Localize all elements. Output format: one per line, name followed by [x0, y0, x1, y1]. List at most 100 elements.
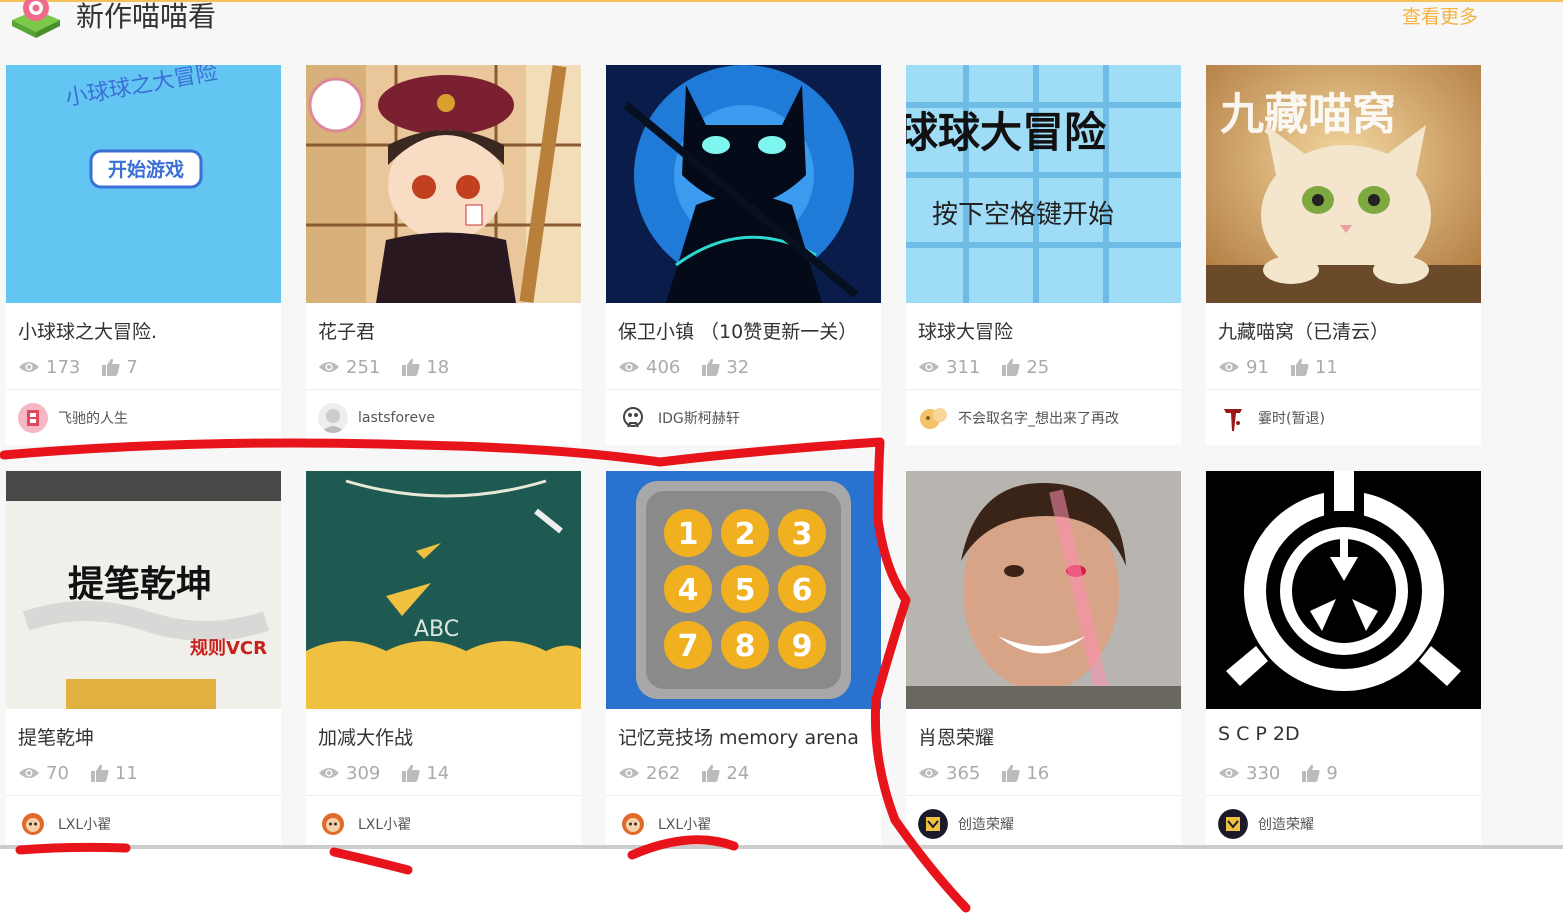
game-thumbnail[interactable]: 九藏喵窝	[1206, 65, 1481, 303]
author-name: LXL小翟	[58, 817, 112, 833]
keypad-digit: 5	[735, 573, 756, 608]
eye-icon	[919, 362, 939, 372]
cat-logo-icon	[12, 0, 60, 38]
footer-area	[0, 849, 1563, 914]
thumb-text: 提笔乾坤	[68, 563, 212, 605]
avatar	[1218, 403, 1248, 433]
author-name: LXL小翟	[658, 817, 712, 833]
author-link[interactable]: LXL小翟	[618, 809, 711, 839]
like-count: 7	[126, 356, 138, 378]
view-count: 311	[946, 356, 981, 378]
card-divider	[6, 795, 281, 796]
game-card[interactable]: 1 2 3 4 5 6 7 8 9 记忆竞技场 memory arena 262…	[606, 471, 881, 845]
game-card[interactable]: 球球大冒险 按下空格键开始 球球大冒险 311 25 不会取名字_想出来了再改	[906, 65, 1181, 445]
game-card[interactable]: 小球球之大冒险 开始游戏 小球球之大冒险. 173 7 飞驰的人生	[6, 65, 281, 445]
keypad-digit: 1	[678, 517, 699, 552]
author-name: 不会取名字_想出来了再改	[958, 411, 1119, 427]
thumbs-up-icon	[402, 764, 420, 782]
game-stats: 406 32	[618, 355, 771, 379]
eye-icon	[619, 362, 639, 372]
game-title[interactable]: 肖恩荣耀	[918, 723, 1176, 750]
author-link[interactable]: LXL小翟	[318, 809, 411, 839]
game-title[interactable]: S C P 2D	[1218, 723, 1476, 745]
author-name: lastsforeve	[358, 410, 435, 426]
keypad-digit: 2	[735, 517, 756, 552]
author-link[interactable]: 创造荣耀	[1218, 809, 1314, 839]
game-card[interactable]: 九藏喵窝 九藏喵窝（已清云） 91 11 霎时(暂退)	[1206, 65, 1481, 445]
game-thumbnail[interactable]: 提笔乾坤 规则VCR	[6, 471, 281, 709]
view-more-link[interactable]: 查看更多	[1402, 2, 1478, 29]
author-link[interactable]: LXL小翟	[18, 809, 111, 839]
view-count: 91	[1246, 356, 1269, 378]
game-card[interactable]: 肖恩荣耀 365 16 创造荣耀	[906, 471, 1181, 845]
avatar	[1218, 809, 1248, 839]
author-link[interactable]: 创造荣耀	[918, 809, 1014, 839]
game-thumbnail[interactable]: 小球球之大冒险 开始游戏	[6, 65, 281, 303]
game-stats: 70 11	[18, 761, 160, 785]
author-link[interactable]: 霎时(暂退)	[1218, 403, 1325, 433]
game-title[interactable]: 球球大冒险	[918, 317, 1176, 344]
view-count: 365	[946, 762, 981, 784]
view-count: 70	[46, 762, 69, 784]
like-count: 18	[426, 356, 450, 378]
like-count: 9	[1326, 762, 1338, 784]
keypad-digit: 3	[792, 517, 813, 552]
keypad-digit: 4	[678, 573, 699, 608]
card-divider	[306, 389, 581, 390]
view-count: 173	[46, 356, 81, 378]
avatar	[918, 809, 948, 839]
game-title[interactable]: 加减大作战	[318, 723, 576, 750]
game-card[interactable]: 花子君 251 18 lastsforeve	[306, 65, 581, 445]
like-count: 16	[1026, 762, 1050, 784]
thumbs-up-icon	[102, 358, 120, 376]
avatar	[318, 809, 348, 839]
game-stats: 262 24	[618, 761, 771, 785]
game-thumbnail[interactable]	[1206, 471, 1481, 709]
eye-icon	[19, 768, 39, 778]
game-title[interactable]: 提笔乾坤	[18, 723, 276, 750]
game-card[interactable]: 保卫小镇 （10赞更新一关） 406 32 IDG斯柯赫轩	[606, 65, 881, 445]
author-name: IDG斯柯赫轩	[658, 411, 740, 427]
game-card[interactable]: ABC 加减大作战 309 14 LXL小翟	[306, 471, 581, 845]
game-card[interactable]: S C P 2D 330 9 创造荣耀	[1206, 471, 1481, 845]
card-divider	[906, 795, 1181, 796]
thumbs-up-icon	[1290, 358, 1309, 376]
section-title: 新作喵喵看	[76, 0, 217, 33]
game-title[interactable]: 小球球之大冒险.	[18, 317, 276, 344]
avatar	[318, 403, 348, 433]
thumbs-up-icon	[1002, 764, 1020, 782]
author-link[interactable]: 不会取名字_想出来了再改	[918, 403, 1119, 433]
thumbs-up-icon	[1002, 358, 1020, 376]
game-title[interactable]: 花子君	[318, 317, 576, 344]
avatar	[918, 403, 948, 433]
thumbs-up-icon	[702, 764, 720, 782]
like-count: 25	[1026, 356, 1050, 378]
thumbs-up-icon	[702, 358, 720, 376]
thumbs-up-icon	[90, 764, 109, 782]
game-card[interactable]: 提笔乾坤 规则VCR 提笔乾坤 70 11 LXL小翟	[6, 471, 281, 845]
view-count: 330	[1246, 762, 1281, 784]
game-thumbnail[interactable]	[306, 65, 581, 303]
game-stats: 309 14	[318, 761, 471, 785]
game-stats: 330 9	[1218, 761, 1360, 785]
like-count: 24	[726, 762, 750, 784]
keypad-digit: 7	[678, 629, 699, 664]
author-link[interactable]: IDG斯柯赫轩	[618, 403, 740, 433]
like-count: 11	[1314, 356, 1338, 378]
author-link[interactable]: lastsforeve	[318, 403, 435, 433]
game-thumbnail[interactable]	[906, 471, 1181, 709]
game-title[interactable]: 保卫小镇 （10赞更新一关）	[618, 317, 876, 344]
card-divider	[606, 795, 881, 796]
like-count: 11	[114, 762, 138, 784]
game-stats: 251 18	[318, 355, 471, 379]
game-thumbnail[interactable]: ABC	[306, 471, 581, 709]
eye-icon	[619, 768, 639, 778]
game-thumbnail[interactable]	[606, 65, 881, 303]
author-link[interactable]: 飞驰的人生	[18, 403, 128, 433]
view-count: 251	[346, 356, 381, 378]
game-thumbnail[interactable]: 1 2 3 4 5 6 7 8 9	[606, 471, 881, 709]
game-title[interactable]: 记忆竞技场 memory arena	[618, 723, 876, 750]
game-thumbnail[interactable]: 球球大冒险 按下空格键开始	[906, 65, 1181, 303]
avatar	[18, 403, 48, 433]
game-title[interactable]: 九藏喵窝（已清云）	[1218, 317, 1476, 344]
